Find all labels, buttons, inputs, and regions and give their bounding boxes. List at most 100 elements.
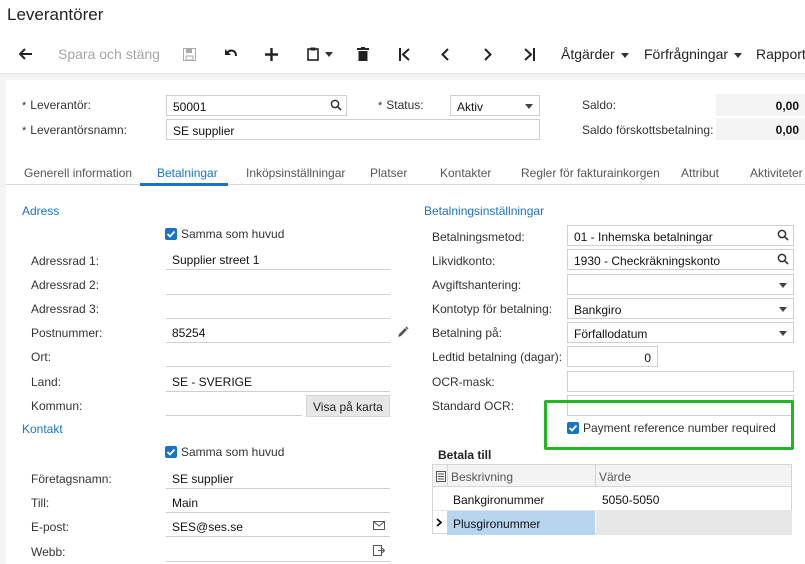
payment-method-field[interactable]: 01 - Inhemska betalningar	[567, 225, 794, 246]
postal-code-label: Postnummer:	[31, 326, 103, 340]
attention-label: Till:	[31, 496, 50, 510]
country-label: Land:	[31, 375, 62, 389]
floppy-icon	[182, 47, 196, 61]
search-icon[interactable]	[777, 253, 789, 265]
attention-field[interactable]: Main	[166, 492, 390, 513]
column-divider	[447, 465, 448, 487]
supplier-name-field[interactable]: SE supplier	[166, 119, 540, 140]
address-line2-field[interactable]	[166, 274, 390, 295]
lead-time-field[interactable]: 0	[567, 346, 658, 367]
tab-attributes[interactable]: Attribut	[681, 166, 719, 180]
save-button[interactable]	[178, 36, 200, 72]
trash-icon	[357, 47, 369, 61]
tab-payments[interactable]: Betalningar	[157, 166, 218, 180]
checkmark-icon	[166, 448, 176, 456]
grid-settings-icon[interactable]	[436, 471, 446, 482]
address-line1-field[interactable]: Supplier street 1	[166, 249, 390, 270]
search-icon[interactable]	[777, 229, 789, 241]
tab-bar: Generell information Betalningar Inköpsi…	[6, 161, 805, 186]
tab-contacts[interactable]: Kontakter	[440, 166, 491, 180]
chevron-down-icon	[779, 331, 787, 336]
municipality-label: Kommun:	[31, 399, 83, 413]
last-record-button[interactable]	[518, 36, 540, 72]
tab-purchase-settings[interactable]: Inköpsinställningar	[246, 166, 345, 180]
email-label: E-post:	[31, 520, 70, 534]
first-record-button[interactable]	[394, 36, 416, 72]
column-header-value[interactable]: Värde	[599, 470, 631, 484]
copy-paste-button[interactable]	[302, 36, 338, 72]
chevron-down-icon	[779, 283, 787, 288]
tab-locations[interactable]: Platser	[370, 166, 407, 180]
ocr-mask-field[interactable]	[567, 371, 794, 392]
checkmark-icon	[166, 230, 176, 238]
show-on-map-button[interactable]: Visa på karta	[306, 395, 390, 417]
tab-general[interactable]: Generell information	[24, 166, 132, 180]
cash-account-field[interactable]: 1930 - Checkräkningskonto	[567, 249, 794, 270]
company-name-label: Företagsnamn:	[31, 472, 112, 486]
address-same-as-main-checkbox[interactable]	[165, 228, 177, 240]
plus-icon	[264, 47, 278, 61]
undo-button[interactable]	[220, 36, 242, 72]
row-pointer-icon	[436, 518, 442, 527]
lead-time-label: Ledtid betalning (dagar):	[432, 350, 563, 364]
next-record-button[interactable]	[476, 36, 498, 72]
table-row[interactable]: Plusgironummer	[433, 511, 792, 535]
supplier-field[interactable]: 50001	[166, 95, 347, 116]
column-header-description[interactable]: Beskrivning	[451, 470, 513, 484]
row-description: Plusgironummer	[453, 517, 541, 531]
actions-menu[interactable]: Åtgärder	[561, 46, 629, 62]
search-icon[interactable]	[330, 99, 342, 111]
table-row[interactable]: Bankgironummer 5050-5050	[433, 487, 791, 511]
status-dropdown[interactable]: Aktiv	[450, 95, 540, 116]
save-close-button[interactable]: Spara och stäng	[58, 46, 160, 62]
pay-on-dropdown[interactable]: Förfallodatum	[567, 322, 794, 343]
standard-ocr-label: Standard OCR:	[432, 399, 515, 413]
payment-settings-section-title: Betalningsinställningar	[424, 204, 545, 218]
email-field[interactable]: SES@ses.se	[166, 516, 390, 537]
delete-button[interactable]	[352, 36, 374, 72]
account-type-dropdown[interactable]: Bankgiro	[567, 298, 794, 319]
undo-icon	[225, 49, 237, 57]
first-icon	[399, 47, 410, 61]
row-value[interactable]	[596, 511, 792, 535]
title-bar: Leverantörer	[0, 0, 805, 36]
chevron-left-icon	[440, 47, 449, 61]
pay-on-value: Förfallodatum	[574, 327, 648, 341]
external-link-icon[interactable]	[373, 545, 385, 556]
supplier-value: 50001	[173, 100, 207, 114]
tab-inbox-rules[interactable]: Regler för fakturainkorgen	[521, 166, 660, 180]
arrow-left-icon	[19, 48, 32, 60]
envelope-icon[interactable]	[373, 521, 385, 530]
main-form: Leverantör: 50001 Status: Aktiv Saldo: 0…	[6, 80, 805, 564]
address-line1-label: Adressrad 1:	[31, 254, 100, 268]
add-button[interactable]	[260, 36, 282, 72]
address-line3-field[interactable]	[166, 298, 390, 319]
pencil-icon[interactable]	[397, 326, 409, 338]
fee-handling-dropdown[interactable]	[567, 274, 794, 295]
address-section-title: Adress	[22, 204, 60, 218]
contact-same-as-main-checkbox[interactable]	[165, 446, 177, 458]
payment-reference-required-checkbox[interactable]	[567, 422, 579, 434]
address-same-as-main-label: Samma som huvud	[181, 227, 285, 241]
city-field[interactable]	[166, 346, 390, 367]
previous-record-button[interactable]	[434, 36, 456, 72]
cash-account-value: 1930 - Checkräkningskonto	[574, 254, 721, 268]
chevron-down-icon	[779, 307, 787, 312]
account-type-label: Kontotyp för betalning:	[432, 302, 553, 316]
supplier-label: Leverantör:	[22, 98, 91, 112]
back-button[interactable]	[14, 36, 38, 72]
country-field[interactable]: SE - SVERIGE	[166, 371, 390, 392]
toolbar: Spara och stäng Åtgärder Förfrågningar R…	[0, 36, 805, 74]
last-icon	[524, 47, 535, 61]
tab-activities[interactable]: Aktiviteter	[750, 166, 803, 180]
postal-code-field[interactable]: 85254	[166, 322, 390, 343]
reports-menu[interactable]: Rapporter	[756, 46, 805, 62]
row-value[interactable]: 5050-5050	[602, 493, 659, 507]
clipboard-icon	[307, 47, 319, 61]
actions-menu-label: Åtgärder	[561, 46, 615, 62]
inquiries-menu[interactable]: Förfrågningar	[644, 46, 743, 62]
website-label: Webb:	[31, 545, 66, 559]
municipality-field[interactable]	[166, 395, 302, 416]
company-name-field[interactable]: SE supplier	[166, 468, 390, 489]
website-field[interactable]	[166, 541, 390, 562]
